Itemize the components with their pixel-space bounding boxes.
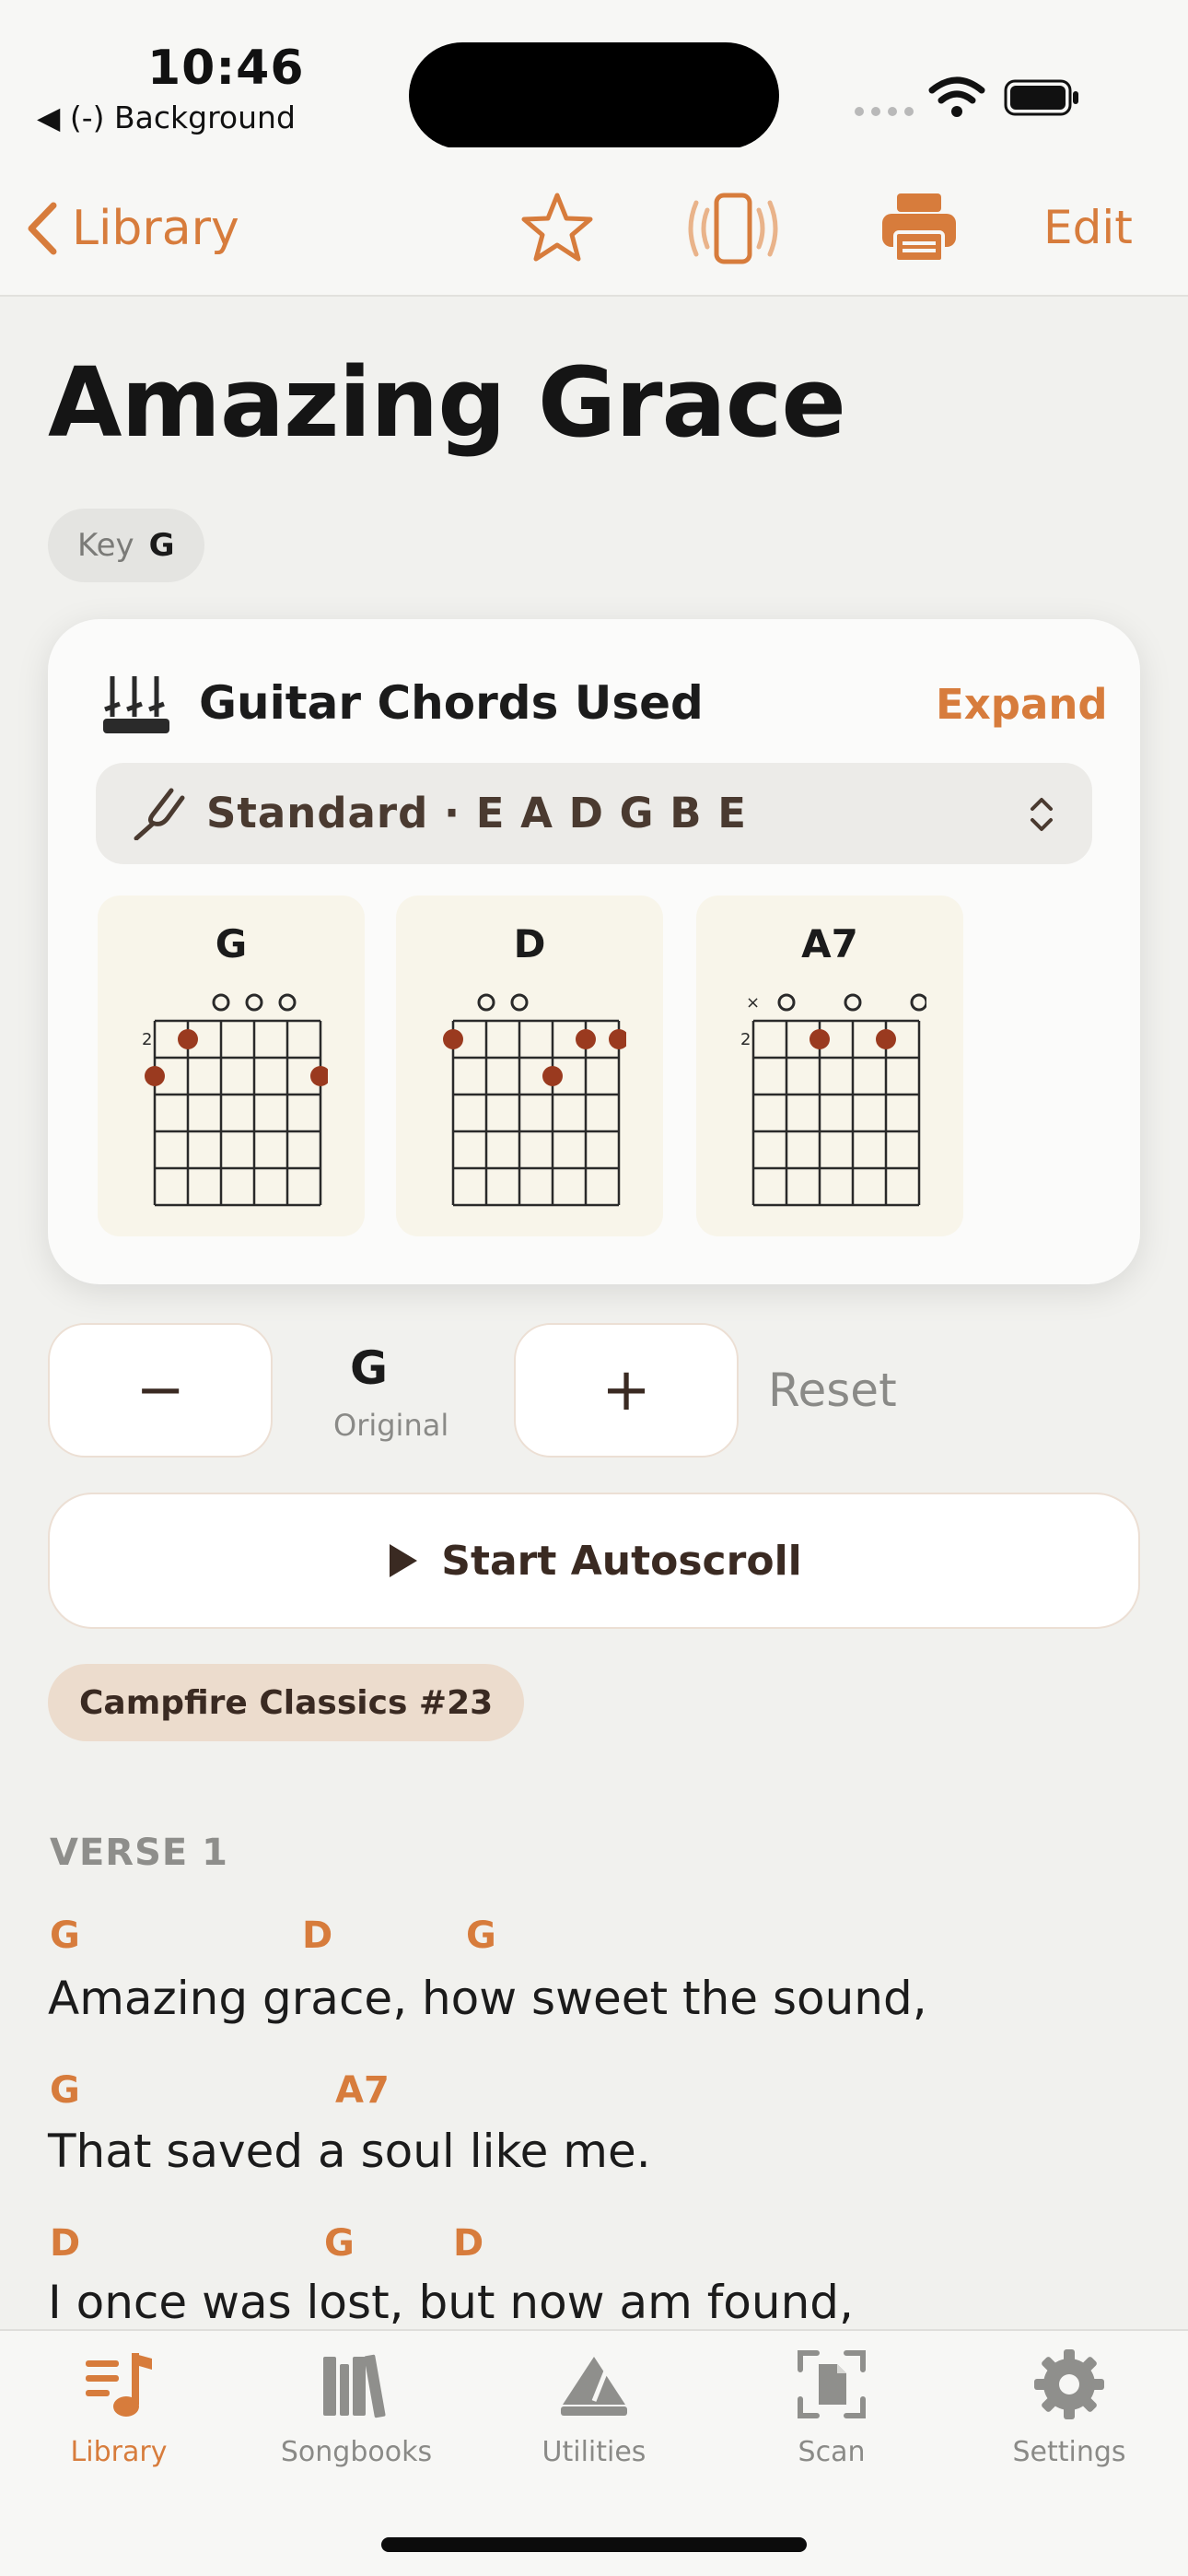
tuning-label: Standard · E A D G B E [206, 789, 747, 837]
chord-name: A7 [801, 921, 858, 966]
lyric-chord[interactable]: G [466, 1914, 496, 1957]
lyric-chord[interactable]: G [50, 1914, 80, 1957]
tab-songbooks[interactable]: Songbooks [238, 2348, 475, 2468]
section-heading: VERSE 1 [50, 1832, 228, 1874]
phone-vibrate-icon[interactable] [681, 190, 785, 267]
chevron-left-icon [28, 202, 57, 255]
tuning-fork-icon [134, 788, 185, 840]
tab-label: Scan [798, 2436, 866, 2468]
star-favorite-icon[interactable] [519, 190, 595, 265]
songbook-tag[interactable]: Campfire Classics #23 [48, 1664, 525, 1741]
key-value: G [148, 527, 175, 564]
guitar-chords-icon [103, 676, 169, 733]
lyric-chord[interactable]: G [50, 2069, 80, 2112]
utilities-icon [561, 2357, 627, 2416]
reset-button[interactable]: Reset [768, 1364, 897, 1417]
status-time: 10:46 [147, 41, 305, 96]
tab-settings[interactable]: Settings [950, 2348, 1188, 2468]
chord-name: G [215, 921, 248, 966]
expand-button[interactable]: Expand [936, 680, 1108, 729]
edit-button[interactable]: Edit [1043, 201, 1133, 254]
key-label: Key [77, 527, 134, 564]
tab-library[interactable]: Library [0, 2348, 238, 2468]
tab-label: Library [70, 2436, 168, 2468]
tab-label: Settings [1012, 2436, 1126, 2468]
transpose-down-button[interactable]: − [48, 1323, 273, 1458]
chord-fretboard-g: 2 [142, 993, 328, 1207]
svg-text:×: × [746, 993, 760, 1013]
books-icon [323, 2354, 386, 2418]
tab-label: Songbooks [280, 2436, 433, 2468]
dynamic-island [409, 42, 779, 149]
back-button-label: Library [72, 201, 239, 256]
lyric-line: I once was lost, but now am found, [48, 2276, 854, 2329]
chords-card-title: Guitar Chords Used [199, 676, 704, 730]
current-key: G [350, 1341, 389, 1395]
svg-text:2: 2 [740, 1030, 751, 1049]
chord-fretboard-d [443, 993, 626, 1207]
lyric-chord[interactable]: D [302, 1914, 332, 1957]
lyric-line: Amazing grace, how sweet the sound, [48, 1972, 927, 2025]
lyric-chord[interactable]: D [50, 2222, 80, 2265]
svg-text:2: 2 [142, 1030, 152, 1049]
lyric-chord[interactable]: G [324, 2222, 355, 2265]
gear-icon [1034, 2349, 1104, 2419]
key-badge: Key G [48, 509, 204, 582]
music-list-icon [86, 2353, 152, 2417]
play-icon [390, 1544, 418, 1577]
home-indicator [381, 2537, 807, 2552]
chord-fretboard-a7: 2 × [740, 993, 926, 1207]
tab-utilities[interactable]: Utilities [475, 2348, 713, 2468]
autoscroll-label: Start Autoscroll [441, 1537, 802, 1585]
wifi-icon [928, 76, 985, 117]
back-to-app-link[interactable]: ◀ (-) Background [37, 100, 296, 135]
transpose-up-button[interactable]: + [514, 1323, 739, 1458]
lyric-line: That saved a soul like me. [48, 2125, 651, 2178]
cellular-signal-icon [855, 107, 914, 116]
start-autoscroll-button[interactable]: Start Autoscroll [48, 1493, 1140, 1629]
current-key-subtitle: Original [333, 1408, 449, 1443]
tab-label: Utilities [542, 2436, 646, 2468]
printer-icon[interactable] [880, 190, 958, 265]
song-title: Amazing Grace [48, 346, 846, 459]
lyric-chord[interactable]: D [453, 2222, 483, 2265]
chord-name: D [513, 921, 546, 966]
scan-icon [798, 2350, 866, 2418]
chevron-up-down-icon [1031, 798, 1053, 831]
back-button[interactable]: Library [26, 201, 239, 256]
lyric-chord[interactable]: A7 [335, 2069, 390, 2112]
battery-icon [1004, 79, 1078, 116]
tab-scan[interactable]: Scan [713, 2348, 950, 2468]
